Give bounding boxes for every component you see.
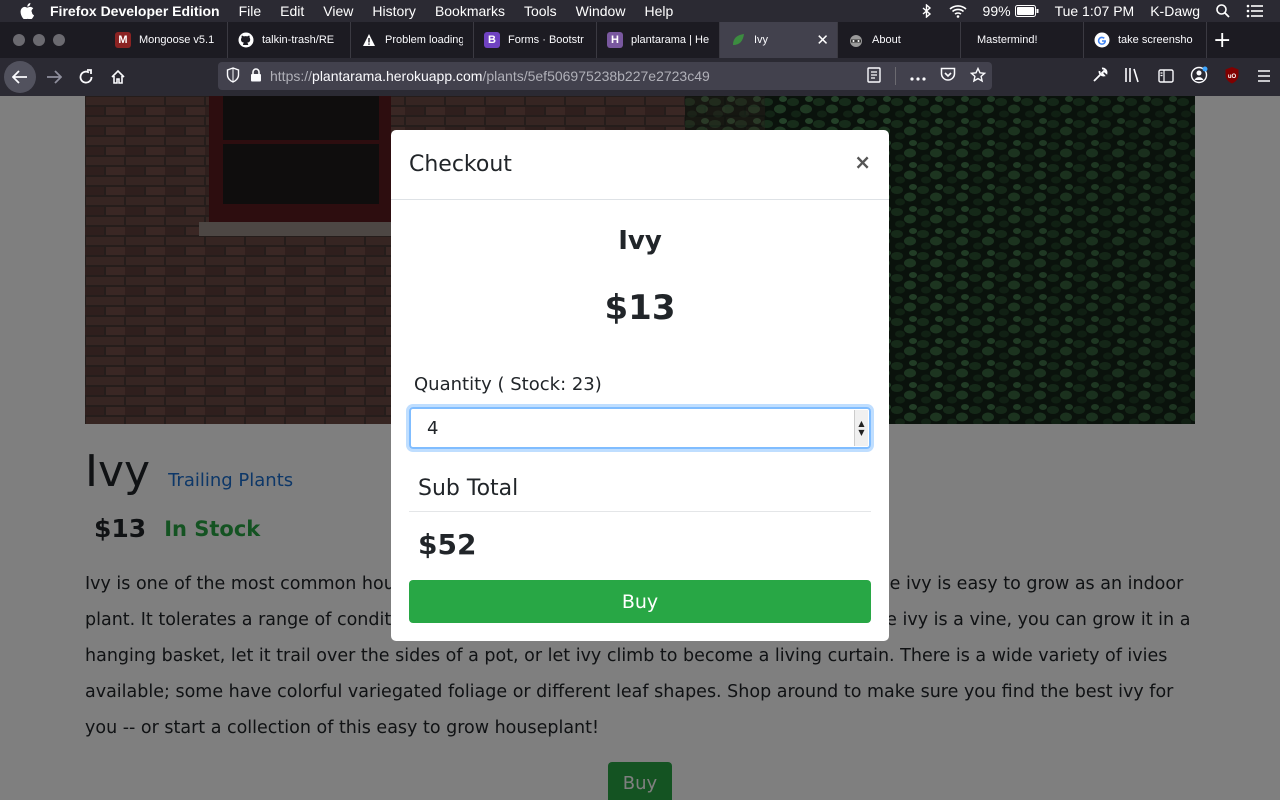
tab-bootstrap-forms[interactable]: B Forms · Bootstr bbox=[474, 22, 597, 58]
tab-label: talkin-trash/RE bbox=[262, 34, 335, 46]
forward-arrow-icon bbox=[47, 70, 62, 84]
new-tab-icon[interactable]: + bbox=[1213, 28, 1231, 53]
macos-menu-bar: Firefox Developer Edition File Edit View… bbox=[0, 0, 1280, 22]
bookmark-star-icon[interactable] bbox=[969, 66, 987, 86]
tab-label: Mongoose v5.1 bbox=[139, 34, 215, 46]
tracking-shield-icon[interactable] bbox=[226, 66, 240, 86]
close-tab-icon[interactable]: ✕ bbox=[816, 31, 829, 49]
tab-mastermind[interactable]: Mastermind! bbox=[961, 22, 1084, 58]
tab-label: plantarama | He bbox=[631, 34, 709, 46]
tab-label: Forms · Bootstr bbox=[508, 34, 584, 46]
url-host: plantarama.herokuapp.com bbox=[312, 68, 483, 84]
menu-bookmarks[interactable]: Bookmarks bbox=[435, 3, 505, 19]
minimize-window-icon[interactable] bbox=[33, 34, 45, 46]
app-name-menu[interactable]: Firefox Developer Edition bbox=[50, 3, 220, 19]
user-name[interactable]: K-Dawg bbox=[1150, 3, 1200, 19]
quantity-value: 4 bbox=[427, 417, 439, 439]
navigation-toolbar: https://plantarama.herokuapp.com/plants/… bbox=[0, 58, 1280, 96]
battery-percent: 99% bbox=[982, 3, 1011, 19]
select-stepper-icon[interactable]: ▲ ▼ bbox=[854, 410, 868, 446]
bluetooth-icon[interactable] bbox=[921, 4, 933, 18]
zoom-window-icon[interactable] bbox=[53, 34, 65, 46]
clock[interactable]: Tue 1:07 PM bbox=[1055, 3, 1135, 19]
window-controls bbox=[13, 34, 105, 46]
url-path: /plants/5ef506975238b227e2723c49 bbox=[482, 68, 710, 84]
tab-mongoose[interactable]: M Mongoose v5.1 bbox=[105, 22, 228, 58]
home-icon bbox=[111, 69, 125, 84]
battery-icon[interactable] bbox=[1014, 5, 1039, 17]
reload-button[interactable] bbox=[72, 63, 100, 91]
library-icon[interactable] bbox=[1124, 67, 1142, 87]
browser-tab-bar: M Mongoose v5.1 talkin-trash/RE Problem … bbox=[0, 22, 1280, 58]
quantity-label: Quantity ( Stock: 23) bbox=[414, 374, 602, 395]
pocket-icon[interactable] bbox=[940, 67, 956, 85]
reload-icon bbox=[79, 69, 93, 84]
checkout-plant-price: $13 bbox=[604, 288, 676, 328]
hamburger-menu-icon[interactable] bbox=[1256, 68, 1272, 87]
bootstrap-icon: B bbox=[484, 32, 500, 48]
developer-tools-wrench-icon[interactable] bbox=[1092, 67, 1108, 87]
modal-header: Checkout × bbox=[391, 130, 889, 200]
tab-about[interactable]: About bbox=[838, 22, 961, 58]
back-button[interactable] bbox=[4, 61, 36, 93]
reader-view-icon[interactable] bbox=[867, 66, 881, 86]
ublock-origin-icon[interactable]: uO bbox=[1224, 66, 1240, 88]
close-modal-icon[interactable]: × bbox=[854, 150, 871, 174]
tab-github[interactable]: talkin-trash/RE bbox=[228, 22, 351, 58]
menu-tools[interactable]: Tools bbox=[524, 3, 557, 19]
tab-label: Ivy bbox=[754, 34, 769, 46]
wifi-icon[interactable] bbox=[948, 4, 967, 18]
tab-heroku[interactable]: H plantarama | He bbox=[597, 22, 720, 58]
web-page: Ivy Trailing Plants $13 In Stock Ivy is … bbox=[0, 96, 1280, 800]
google-icon bbox=[1094, 32, 1110, 48]
account-icon[interactable] bbox=[1190, 66, 1208, 88]
tab-label: About bbox=[872, 34, 901, 46]
checkout-buy-button[interactable]: Buy bbox=[409, 580, 871, 623]
tab-label: Mastermind! bbox=[977, 34, 1038, 46]
sidebar-toggle-icon[interactable] bbox=[1158, 68, 1174, 87]
apple-icon[interactable] bbox=[20, 3, 36, 19]
subtotal-label: Sub Total bbox=[418, 476, 519, 501]
tab-problem-loading[interactable]: Problem loading bbox=[351, 22, 474, 58]
tab-label: Problem loading bbox=[385, 34, 463, 46]
menu-window[interactable]: Window bbox=[576, 3, 626, 19]
close-window-icon[interactable] bbox=[13, 34, 25, 46]
url-bar[interactable]: https://plantarama.herokuapp.com/plants/… bbox=[218, 62, 992, 90]
checkout-plant-name: Ivy bbox=[618, 226, 662, 256]
forward-button[interactable] bbox=[40, 63, 68, 91]
url-scheme: https:// bbox=[270, 68, 313, 84]
mongoose-icon: M bbox=[115, 32, 131, 48]
modal-title: Checkout bbox=[409, 152, 512, 177]
tab-google[interactable]: take screensho bbox=[1084, 22, 1207, 58]
quantity-select[interactable]: 4 ▲ ▼ bbox=[409, 407, 871, 449]
menu-history[interactable]: History bbox=[372, 3, 416, 19]
tab-ivy-active[interactable]: Ivy ✕ bbox=[720, 22, 838, 58]
notification-center-icon[interactable] bbox=[1246, 4, 1264, 18]
raccoon-icon bbox=[848, 32, 864, 48]
menu-file[interactable]: File bbox=[239, 3, 262, 19]
svg-text:uO: uO bbox=[1228, 74, 1237, 80]
menu-help[interactable]: Help bbox=[644, 3, 673, 19]
menu-edit[interactable]: Edit bbox=[280, 3, 304, 19]
checkout-modal: Checkout × Ivy $13 Quantity ( Stock: 23)… bbox=[391, 130, 889, 641]
page-actions-icon[interactable] bbox=[910, 68, 926, 84]
subtotal-divider bbox=[409, 511, 871, 512]
menu-view[interactable]: View bbox=[323, 3, 353, 19]
warning-icon bbox=[361, 32, 377, 48]
tab-label: take screensho bbox=[1118, 34, 1193, 46]
lock-icon[interactable] bbox=[250, 67, 262, 85]
github-icon bbox=[238, 32, 254, 48]
leaf-icon bbox=[730, 32, 746, 48]
heroku-icon: H bbox=[607, 32, 623, 48]
subtotal-value: $52 bbox=[418, 528, 477, 561]
spotlight-search-icon[interactable] bbox=[1216, 4, 1230, 18]
back-arrow-icon bbox=[12, 70, 27, 84]
url-divider bbox=[895, 67, 896, 85]
home-button[interactable] bbox=[104, 63, 132, 91]
